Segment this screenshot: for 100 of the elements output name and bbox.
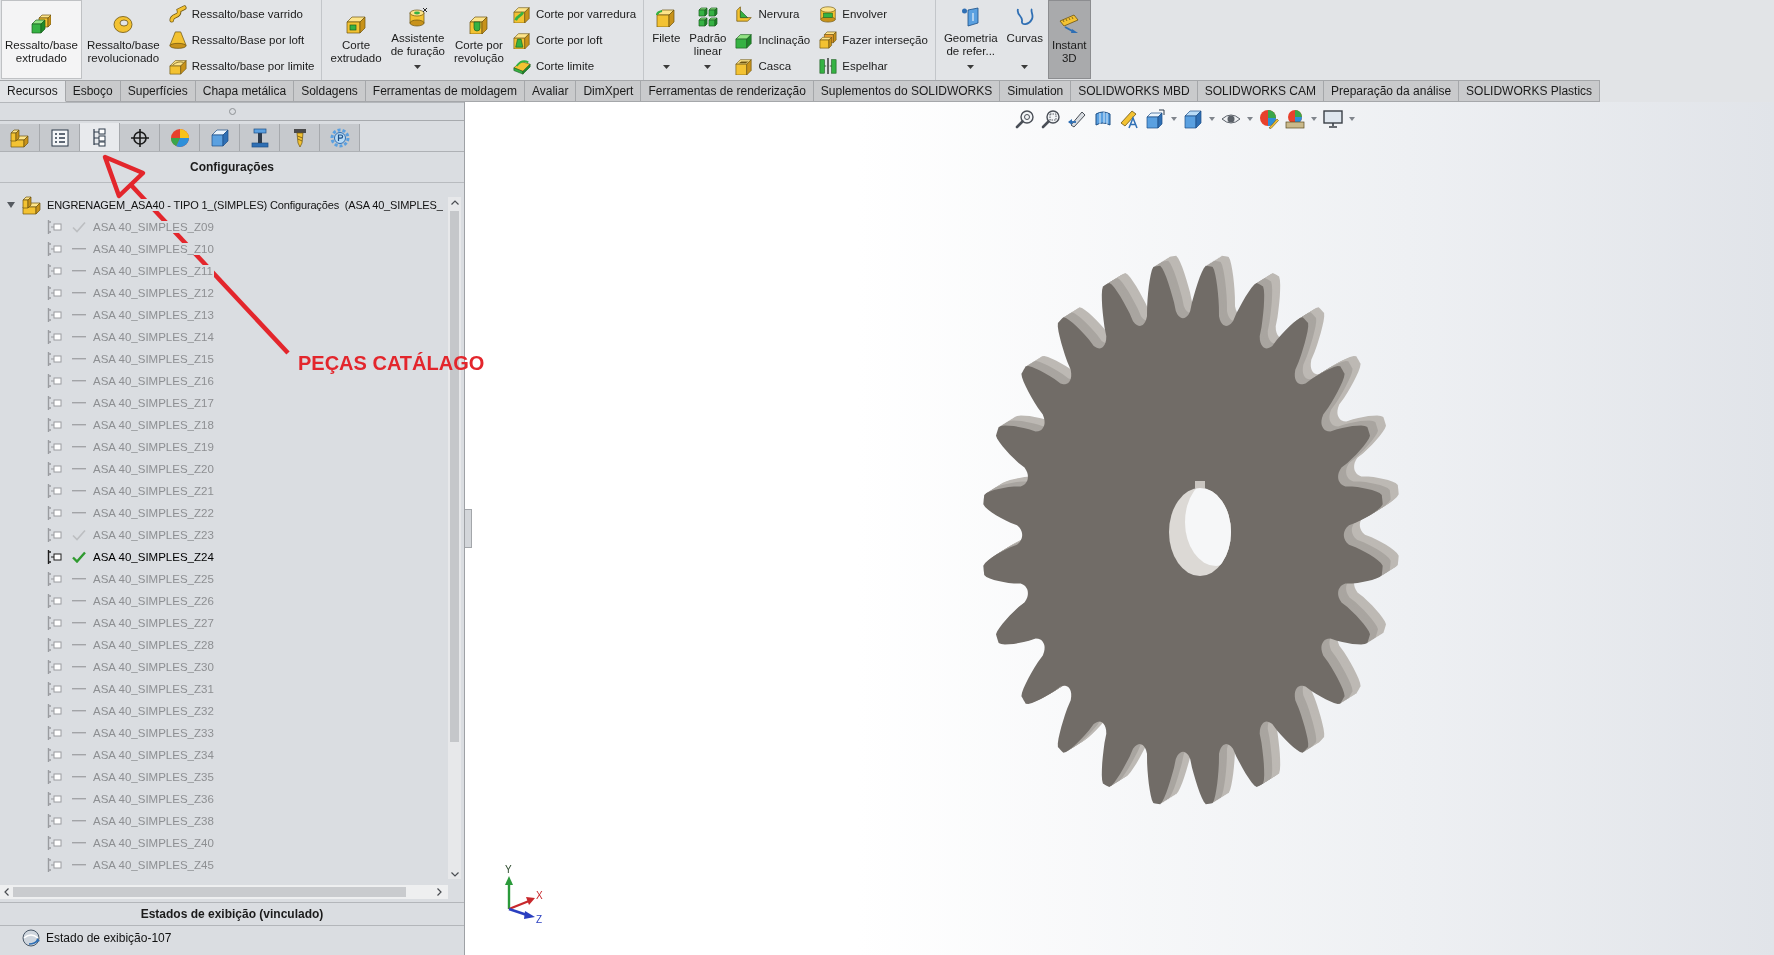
check-icon	[72, 529, 86, 541]
zoom-area-icon[interactable]	[1041, 109, 1061, 129]
ribbon-button[interactable]: Ressalto/base revolucionado	[82, 0, 164, 79]
dash-icon	[72, 270, 86, 272]
command-tab[interactable]: SOLIDWORKS CAM	[1197, 80, 1324, 102]
dash-icon	[72, 666, 86, 668]
configuration-icon	[47, 725, 63, 741]
ribbon-button[interactable]: Corte extrudado	[326, 0, 386, 79]
ribbon-button[interactable]: Corte limite	[508, 54, 641, 77]
cog-icon	[329, 127, 350, 148]
scrollbar-thumb[interactable]	[13, 887, 406, 897]
toggle-icon[interactable]	[7, 202, 15, 208]
display-state-item[interactable]: Estado de exibição-107	[0, 926, 464, 950]
configuration-icon	[47, 285, 63, 301]
configuration-icon	[47, 769, 63, 785]
command-tab[interactable]: Recursos	[0, 80, 66, 102]
dash-icon	[72, 402, 86, 404]
ribbon-button[interactable]: Corte por revolução	[450, 0, 508, 79]
dash-icon	[72, 358, 86, 360]
intersect-icon	[819, 30, 838, 49]
ribbon-button[interactable]: Ressalto/base varrido	[164, 2, 319, 25]
chevron-right-icon[interactable]	[437, 888, 442, 896]
ribbon-button[interactable]: Ressalto/base extrudado	[1, 0, 82, 79]
dash-icon	[72, 644, 86, 646]
ribbon-button[interactable]: Envolver	[815, 2, 932, 25]
shaded-cube-icon[interactable]	[1183, 109, 1203, 129]
cube-arrows-icon[interactable]	[1145, 109, 1165, 129]
configuration-icon	[47, 747, 63, 763]
command-tab[interactable]: Ferramentas de moldagem	[365, 80, 525, 102]
dash-icon	[72, 776, 86, 778]
caret-icon[interactable]	[1311, 117, 1317, 121]
command-tab[interactable]: DimXpert	[576, 80, 642, 102]
command-tab[interactable]: Simulation	[1000, 80, 1072, 102]
command-tab[interactable]: Avaliar	[524, 80, 577, 102]
panel-tab[interactable]	[40, 124, 80, 151]
caret-icon[interactable]	[1247, 117, 1253, 121]
color-sphere-icon[interactable]	[1259, 109, 1279, 129]
section-view-icon[interactable]	[1093, 109, 1113, 129]
command-tab[interactable]: Ferramentas de renderização	[641, 80, 814, 102]
ribbon-button[interactable]: Filete	[648, 0, 685, 79]
dash-icon	[72, 622, 86, 624]
command-tab[interactable]: Esboço	[65, 80, 121, 102]
command-tab[interactable]: Suplementos do SOLIDWORKS	[813, 80, 1001, 102]
annotation-view-icon[interactable]	[1119, 109, 1139, 129]
horizontal-scrollbar[interactable]	[0, 885, 448, 899]
ribbon-button[interactable]: Nervura	[731, 2, 815, 25]
ribbon-button[interactable]: Curvas	[1002, 0, 1048, 79]
configuration-icon	[47, 461, 63, 477]
tree-item[interactable]: ASA 40_SIMPLES_Z24	[47, 546, 215, 568]
configuration-icon	[47, 593, 63, 609]
panel-tab[interactable]	[80, 123, 120, 151]
ribbon-button[interactable]: Espelhar	[815, 54, 932, 77]
ribbon-button[interactable]: Ressalto/Base por loft	[164, 28, 319, 51]
configuration-icon	[47, 857, 63, 873]
mirror-icon	[819, 56, 838, 75]
zoom-fit-icon[interactable]	[1015, 109, 1035, 129]
ribbon-button[interactable]: Padrão linear	[685, 0, 731, 79]
ribbon-button[interactable]: Fazer interseção	[815, 28, 932, 51]
pen-arrow-icon[interactable]	[1067, 109, 1087, 129]
panel-tab[interactable]	[240, 124, 280, 151]
panel-tab[interactable]	[120, 124, 160, 151]
scene-sphere-icon[interactable]	[1285, 109, 1305, 129]
ribbon-button[interactable]: Casca	[731, 54, 815, 77]
ribbon-button[interactable]: Assistente de furação	[386, 0, 449, 79]
dash-icon	[72, 820, 86, 822]
panel-tab[interactable]	[280, 124, 320, 151]
check-icon	[72, 221, 86, 233]
property-list-icon	[49, 127, 70, 148]
dash-icon	[72, 600, 86, 602]
ribbon-button[interactable]: Inclinação	[731, 28, 815, 51]
command-tab[interactable]: Soldagens	[294, 80, 366, 102]
command-tab[interactable]: SOLIDWORKS MBD	[1071, 80, 1198, 102]
command-tab[interactable]: Chapa metálica	[195, 80, 295, 102]
caret-icon[interactable]	[1171, 117, 1177, 121]
chevron-down-icon[interactable]	[450, 872, 459, 877]
caret-icon[interactable]	[1209, 117, 1215, 121]
check-icon	[72, 551, 86, 563]
dash-icon	[72, 512, 86, 514]
command-tab[interactable]: Preparação da análise	[1324, 80, 1460, 102]
ribbon-button[interactable]: Ressalto/base por limite	[164, 54, 319, 77]
ribbon-button[interactable]: Instant 3D	[1048, 0, 1091, 79]
ribbon-button[interactable]: Geometria de refer...	[939, 0, 1002, 79]
panel-title: Configurações	[0, 152, 464, 183]
collapse-handle[interactable]	[465, 509, 472, 548]
ribbon-button[interactable]: Corte por loft	[508, 28, 641, 51]
axis-label: Y	[505, 865, 512, 875]
ribbon-button[interactable]: Corte por varredura	[508, 2, 641, 25]
grip-icon[interactable]	[228, 108, 236, 115]
dash-icon	[72, 710, 86, 712]
chevron-up-icon[interactable]	[450, 200, 459, 205]
chevron-left-icon[interactable]	[4, 888, 9, 896]
section-title: Estados de exibição (vinculado)	[0, 902, 464, 926]
command-tab[interactable]: Superfícies	[120, 80, 196, 102]
revolve-cut-icon	[468, 14, 489, 34]
tree-root-item[interactable]: ENGRENAGEM_ASA40 - TIPO 1_(SIMPLES) Configurações (ASA 40_SIMPLES_	[0, 194, 448, 216]
command-tab[interactable]: SOLIDWORKS Plastics	[1459, 80, 1601, 102]
configuration-icon	[47, 813, 63, 829]
caret-icon[interactable]	[1349, 117, 1355, 121]
panel-tab[interactable]	[200, 124, 240, 151]
monitor-icon[interactable]	[1323, 109, 1343, 129]
